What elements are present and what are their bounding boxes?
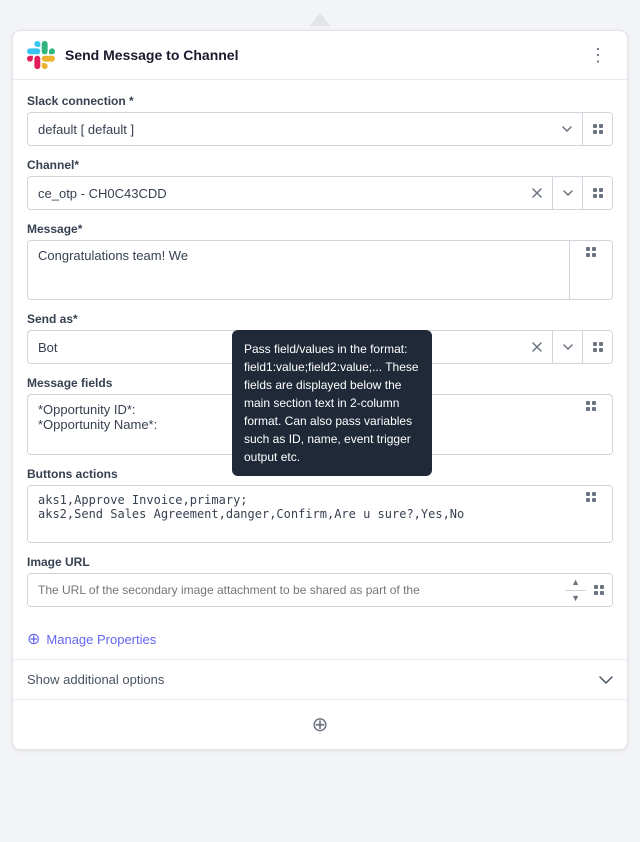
message-fields-label: Message fields bbox=[27, 376, 613, 390]
image-url-field: Image URL ▲ ▼ bbox=[27, 555, 613, 607]
chevron-down-icon bbox=[599, 676, 613, 684]
send-as-settings-icon bbox=[593, 342, 603, 352]
button-actions-row: aks1,Approve Invoice,primary; aks2,Send … bbox=[27, 485, 613, 543]
message-fields-settings-btn[interactable] bbox=[576, 399, 606, 413]
send-as-dropdown-btn[interactable] bbox=[552, 331, 582, 363]
image-url-label: Image URL bbox=[27, 555, 613, 569]
image-url-wrapper: ▲ ▼ bbox=[27, 573, 613, 607]
send-as-clear-btn[interactable] bbox=[522, 331, 552, 363]
add-icon: ⊕ bbox=[312, 712, 329, 737]
message-fields-field: Message fields *Opportunity ID*: *Opport… bbox=[27, 376, 613, 455]
message-field: Message* Congratulations team! We bbox=[27, 222, 613, 300]
send-as-settings-btn[interactable] bbox=[582, 331, 612, 363]
message-fields-textarea[interactable]: *Opportunity ID*: *Opportunity Name*: bbox=[27, 394, 570, 455]
slack-connection-settings-btn[interactable] bbox=[582, 113, 612, 145]
slack-connection-row bbox=[27, 112, 613, 146]
channel-label: Channel* bbox=[27, 158, 613, 172]
channel-field: Channel* bbox=[27, 158, 613, 210]
slack-connection-actions bbox=[552, 112, 613, 146]
channel-row bbox=[27, 176, 613, 210]
slack-connection-field: Slack connection * bbox=[27, 94, 613, 146]
image-url-settings-btn[interactable] bbox=[586, 573, 613, 607]
buttons-actions-settings-icon bbox=[586, 492, 596, 502]
slack-connection-input[interactable] bbox=[27, 112, 552, 146]
message-settings-icon bbox=[586, 247, 596, 257]
buttons-actions-textarea[interactable]: aks1,Approve Invoice,primary; aks2,Send … bbox=[27, 485, 570, 543]
settings-icon bbox=[593, 124, 603, 134]
send-as-field: Send as* bbox=[27, 312, 613, 364]
image-url-input[interactable] bbox=[27, 573, 565, 607]
bottom-add-btn[interactable]: ⊕ bbox=[13, 699, 627, 749]
send-as-row: Pass field/values in the format: field1:… bbox=[27, 330, 613, 364]
image-url-arrows: ▲ ▼ bbox=[565, 573, 586, 607]
show-additional-label: Show additional options bbox=[27, 672, 164, 687]
buttons-actions-sidebar bbox=[570, 485, 613, 543]
message-fields-row: *Opportunity ID*: *Opportunity Name*: bbox=[27, 394, 613, 455]
message-label: Message* bbox=[27, 222, 613, 236]
channel-clear-btn[interactable] bbox=[522, 177, 552, 209]
message-settings-btn[interactable] bbox=[576, 245, 606, 259]
kebab-menu-button[interactable]: ⋮ bbox=[583, 43, 613, 68]
message-sidebar bbox=[570, 240, 613, 300]
buttons-actions-label: Buttons actions bbox=[27, 467, 613, 481]
message-wrapper: Congratulations team! We bbox=[27, 240, 613, 300]
card-body: Slack connection * bbox=[13, 80, 627, 659]
card-title: Send Message to Channel bbox=[65, 47, 238, 63]
send-as-actions bbox=[522, 330, 613, 364]
manage-properties-btn[interactable]: ⊕ Manage Properties bbox=[27, 619, 613, 659]
show-additional-btn[interactable]: Show additional options bbox=[13, 659, 627, 699]
send-as-input[interactable] bbox=[27, 330, 522, 364]
channel-settings-btn[interactable] bbox=[582, 177, 612, 209]
channel-dropdown-btn[interactable] bbox=[552, 177, 582, 209]
buttons-actions-field: Buttons actions aks1,Approve Invoice,pri… bbox=[27, 467, 613, 543]
channel-input[interactable] bbox=[27, 176, 522, 210]
slack-logo bbox=[27, 41, 55, 69]
image-url-settings-icon bbox=[594, 585, 604, 595]
slack-connection-label: Slack connection * bbox=[27, 94, 613, 108]
image-url-up-btn[interactable]: ▲ bbox=[565, 574, 586, 591]
top-arrow bbox=[0, 8, 640, 30]
manage-properties-label: Manage Properties bbox=[46, 632, 156, 647]
card-header-left: Send Message to Channel bbox=[27, 41, 238, 69]
slack-connection-dropdown-btn[interactable] bbox=[552, 113, 582, 145]
buttons-actions-settings-btn[interactable] bbox=[576, 490, 606, 504]
message-fields-sidebar bbox=[570, 394, 613, 455]
send-as-label: Send as* bbox=[27, 312, 613, 326]
message-textarea[interactable]: Congratulations team! We bbox=[27, 240, 570, 300]
main-card: Send Message to Channel ⋮ Slack connecti… bbox=[12, 30, 628, 750]
message-fields-settings-icon bbox=[586, 401, 596, 411]
manage-properties-plus: ⊕ bbox=[27, 629, 40, 649]
channel-settings-icon bbox=[593, 188, 603, 198]
image-url-down-btn[interactable]: ▼ bbox=[565, 591, 586, 607]
outer-container: Send Message to Channel ⋮ Slack connecti… bbox=[0, 8, 640, 790]
card-header: Send Message to Channel ⋮ bbox=[13, 31, 627, 80]
channel-actions bbox=[522, 176, 613, 210]
